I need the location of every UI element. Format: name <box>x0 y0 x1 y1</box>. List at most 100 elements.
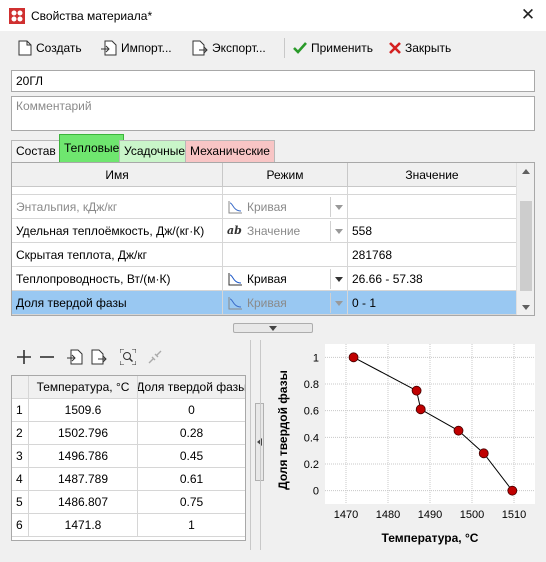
data-point <box>453 425 464 436</box>
grid-row[interactable]: Теплопроводность, Вт/(м·К) Кривая 26.66 … <box>12 267 516 291</box>
grid-header: Имя Режим Значение <box>12 163 516 187</box>
data-point <box>478 448 489 459</box>
export-button[interactable]: Экспорт... <box>192 38 266 58</box>
tab-thermal[interactable]: Тепловые <box>59 134 125 162</box>
property-name: Скрытая теплота, Дж/кг <box>12 243 223 266</box>
window-close-button[interactable]: ✕ <box>516 5 540 25</box>
scrollbar-thumb[interactable] <box>520 201 532 291</box>
temperature-cell[interactable]: 1471.8 <box>29 514 138 536</box>
grid-scrollbar[interactable] <box>516 163 534 315</box>
grid-row[interactable]: Скрытая теплота, Дж/кг 281768 <box>12 243 516 267</box>
row-index: 1 <box>12 399 29 421</box>
create-button[interactable]: Создать <box>18 38 82 58</box>
grid-header-name[interactable]: Имя <box>12 163 223 186</box>
comment-field[interactable]: Комментарий <box>11 96 535 131</box>
data-point <box>415 404 426 415</box>
scroll-up-icon[interactable] <box>517 163 534 179</box>
add-row-button[interactable] <box>15 348 33 366</box>
y-axis-label: Доля твердой фазы <box>276 370 290 490</box>
table-row[interactable]: 4 1487.789 0.61 <box>12 468 245 491</box>
tab-composition[interactable]: Состав <box>11 140 61 162</box>
splitter-toggle-button[interactable] <box>233 323 313 333</box>
table-row[interactable]: 6 1471.8 1 <box>12 514 245 537</box>
remove-row-button[interactable] <box>38 348 56 366</box>
mode-select[interactable]: Кривая <box>223 195 348 218</box>
row-index: 2 <box>12 422 29 444</box>
table-row[interactable]: 2 1502.796 0.28 <box>12 422 245 445</box>
link-icon <box>148 350 162 364</box>
curve-icon <box>228 200 242 213</box>
grid-row[interactable]: Энтальпия, кДж/кг Кривая <box>12 195 516 219</box>
property-value[interactable]: 558 <box>348 219 516 242</box>
tab-mechanical[interactable]: Механические <box>185 140 275 162</box>
apply-button[interactable]: Применить <box>293 38 373 58</box>
close-label: Закрыть <box>405 41 452 55</box>
row-index: 4 <box>12 468 29 490</box>
x-tick-label: 1480 <box>376 509 400 521</box>
table-header: Температура, °С Доля твердой фазы <box>12 376 245 399</box>
solid-fraction-cell[interactable]: 1 <box>138 514 245 536</box>
close-button[interactable]: Закрыть <box>389 38 451 58</box>
mode-select <box>223 243 348 266</box>
new-file-icon <box>18 40 32 56</box>
x-tick-label: 1500 <box>460 509 484 521</box>
row-index: 5 <box>12 491 29 513</box>
solid-fraction-cell[interactable]: 0 <box>138 399 245 421</box>
pane-divider <box>260 340 261 550</box>
mode-select[interactable]: Кривая <box>223 291 348 314</box>
solid-fraction-cell[interactable]: 0.45 <box>138 445 245 467</box>
grid-row[interactable]: Удельная теплоёмкость, Дж/(кг·К) ab Знач… <box>12 219 516 243</box>
row-index: 3 <box>12 445 29 467</box>
grid-row-selected[interactable]: Доля твердой фазы Кривая 0 - 1 <box>12 291 516 315</box>
mode-select[interactable]: ab Значение <box>223 219 348 242</box>
property-value[interactable]: 26.66 - 57.38 <box>348 267 516 290</box>
mode-select[interactable]: Кривая <box>223 267 348 290</box>
minus-icon <box>40 356 54 358</box>
data-point <box>348 352 359 363</box>
solid-fraction-cell[interactable]: 0.75 <box>138 491 245 513</box>
solid-fraction-cell[interactable]: 0.61 <box>138 468 245 490</box>
material-name-input[interactable]: 20ГЛ <box>11 70 535 92</box>
table-header-solid-fraction[interactable]: Доля твердой фазы <box>138 376 245 398</box>
temperature-cell[interactable]: 1502.796 <box>29 422 138 444</box>
property-name: Теплопроводность, Вт/(м·К) <box>12 267 223 290</box>
table-row[interactable]: 1 1509.6 0 <box>12 399 245 422</box>
curve-icon <box>228 296 242 309</box>
chevron-down-icon[interactable] <box>330 197 347 217</box>
x-tick-label: 1490 <box>418 509 442 521</box>
apply-label: Применить <box>311 41 374 55</box>
scroll-down-icon[interactable] <box>517 299 534 315</box>
property-value[interactable]: 0 - 1 <box>348 291 516 314</box>
temperature-cell[interactable]: 1509.6 <box>29 399 138 421</box>
x-axis-label: Температура, °С <box>382 531 479 545</box>
temperature-cell[interactable]: 1496.786 <box>29 445 138 467</box>
chevron-down-icon[interactable] <box>330 269 347 289</box>
y-tick-label: 0.2 <box>304 459 319 471</box>
temperature-cell[interactable]: 1486.807 <box>29 491 138 513</box>
tab-shrinkage[interactable]: Усадочные <box>119 140 191 162</box>
curve-table: Температура, °С Доля твердой фазы 1 1509… <box>11 375 246 541</box>
zoom-fit-button[interactable] <box>119 348 137 366</box>
property-name: Доля твердой фазы <box>12 291 223 314</box>
import-button[interactable]: Импорт... <box>101 38 172 58</box>
property-value[interactable]: 281768 <box>348 243 516 266</box>
create-label: Создать <box>36 41 82 55</box>
temperature-cell[interactable]: 1487.789 <box>29 468 138 490</box>
check-icon <box>293 42 307 54</box>
table-import-button[interactable] <box>66 348 84 366</box>
solid-fraction-cell[interactable]: 0.28 <box>138 422 245 444</box>
table-row[interactable]: 3 1496.786 0.45 <box>12 445 245 468</box>
property-value[interactable] <box>348 195 516 218</box>
grid-header-value[interactable]: Значение <box>348 163 516 186</box>
import-icon <box>101 40 117 56</box>
chevron-down-icon[interactable] <box>330 293 347 313</box>
chevron-down-icon[interactable] <box>330 221 347 241</box>
value-icon: ab <box>227 223 242 237</box>
table-header-temperature[interactable]: Температура, °С <box>29 376 138 398</box>
link-button[interactable] <box>146 348 164 366</box>
export-icon <box>91 349 107 365</box>
grid-header-mode[interactable]: Режим <box>223 163 348 186</box>
table-row[interactable]: 5 1486.807 0.75 <box>12 491 245 514</box>
table-export-button[interactable] <box>90 348 108 366</box>
grid-row-partial <box>12 187 516 195</box>
